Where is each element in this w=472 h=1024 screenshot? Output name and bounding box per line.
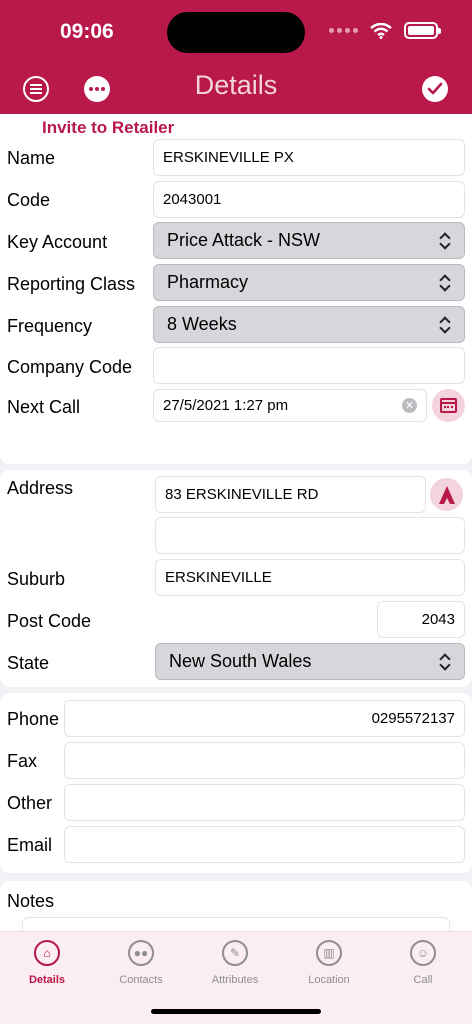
status-time: 09:06 — [60, 20, 114, 43]
invite-to-retailer-link[interactable]: Invite to Retailer — [42, 118, 174, 138]
email-label: Email — [7, 835, 53, 855]
chevron-updown-icon — [439, 233, 451, 249]
address-line1-field[interactable]: 83 ERSKINEVILLE RD — [155, 476, 426, 513]
code-field[interactable]: 2043001 — [153, 181, 465, 218]
state-value: New South Wales — [169, 651, 312, 671]
home-indicator — [151, 1009, 321, 1014]
tab-details[interactable]: ⌂ Details — [0, 940, 94, 986]
wrench-icon: ✎ — [222, 940, 248, 966]
tab-label: Details — [28, 974, 66, 986]
next-call-field[interactable]: 27/5/2021 1:27 pm ✕ — [153, 389, 427, 422]
name-field[interactable]: ERSKINEVILLE PX — [153, 139, 465, 176]
tab-attributes[interactable]: ✎ Attributes — [188, 940, 282, 986]
code-label: Code — [7, 190, 51, 210]
calendar-icon — [440, 398, 457, 413]
walking-person-icon: ☺ — [410, 940, 436, 966]
next-call-value: 27/5/2021 1:27 pm — [163, 397, 289, 414]
post-code-label: Post Code — [7, 611, 92, 631]
key-account-label: Key Account — [7, 232, 108, 252]
notes-label: Notes — [7, 891, 55, 911]
tab-label: Call — [413, 974, 433, 986]
home-icon: ⌂ — [34, 940, 60, 966]
reporting-class-select[interactable]: Pharmacy — [153, 264, 465, 301]
reporting-class-value: Pharmacy — [167, 272, 249, 292]
calendar-button[interactable] — [432, 389, 465, 422]
suburb-label: Suburb — [7, 569, 66, 589]
other-field[interactable] — [64, 784, 465, 821]
key-account-select[interactable]: Price Attack - NSW — [153, 222, 465, 259]
address-label: Address — [7, 478, 74, 498]
tab-label: Contacts — [119, 974, 163, 986]
other-label: Other — [7, 793, 53, 813]
fax-field[interactable] — [64, 742, 465, 779]
tab-call[interactable]: ☺ Call — [376, 940, 470, 986]
phone-label: Phone — [7, 709, 60, 729]
navigate-button[interactable] — [430, 478, 463, 511]
page-title: Details — [194, 70, 278, 100]
navigation-bar: 09:06 Details — [0, 0, 472, 114]
chevron-updown-icon — [439, 275, 451, 291]
frequency-value: 8 Weeks — [167, 314, 237, 334]
fax-label: Fax — [7, 751, 38, 771]
tab-contacts[interactable]: ●● Contacts — [94, 940, 188, 986]
name-label: Name — [7, 148, 56, 168]
frequency-select[interactable]: 8 Weeks — [153, 306, 465, 343]
key-account-value: Price Attack - NSW — [167, 230, 321, 250]
contacts-icon: ●● — [128, 940, 154, 966]
chevron-updown-icon — [439, 317, 451, 333]
dynamic-island — [167, 12, 305, 53]
state-select[interactable]: New South Wales — [155, 643, 465, 680]
next-call-label: Next Call — [7, 397, 81, 417]
chevron-updown-icon — [439, 654, 451, 670]
wifi-icon — [370, 22, 392, 39]
checkmark-icon — [427, 82, 443, 95]
address-line2-field[interactable] — [155, 517, 465, 554]
reporting-class-label: Reporting Class — [7, 274, 136, 294]
post-code-field[interactable]: 2043 — [377, 601, 465, 638]
navigation-arrow-icon — [438, 485, 455, 504]
map-icon: ▥ — [316, 940, 342, 966]
battery-icon — [404, 22, 441, 39]
tab-label: Attributes — [211, 974, 259, 986]
suburb-field[interactable]: ERSKINEVILLE — [155, 559, 465, 596]
cellular-signal-icon — [329, 28, 358, 33]
phone-field[interactable]: 0295572137 — [64, 700, 465, 737]
tab-location[interactable]: ▥ Location — [282, 940, 376, 986]
company-code-field[interactable] — [153, 347, 465, 384]
email-field[interactable] — [64, 826, 465, 863]
state-label: State — [7, 653, 50, 673]
frequency-label: Frequency — [7, 316, 93, 336]
done-button[interactable] — [422, 76, 448, 102]
company-code-label: Company Code — [7, 357, 133, 377]
clear-icon[interactable]: ✕ — [402, 398, 417, 413]
status-icons — [329, 22, 441, 39]
tab-label: Location — [308, 974, 350, 986]
